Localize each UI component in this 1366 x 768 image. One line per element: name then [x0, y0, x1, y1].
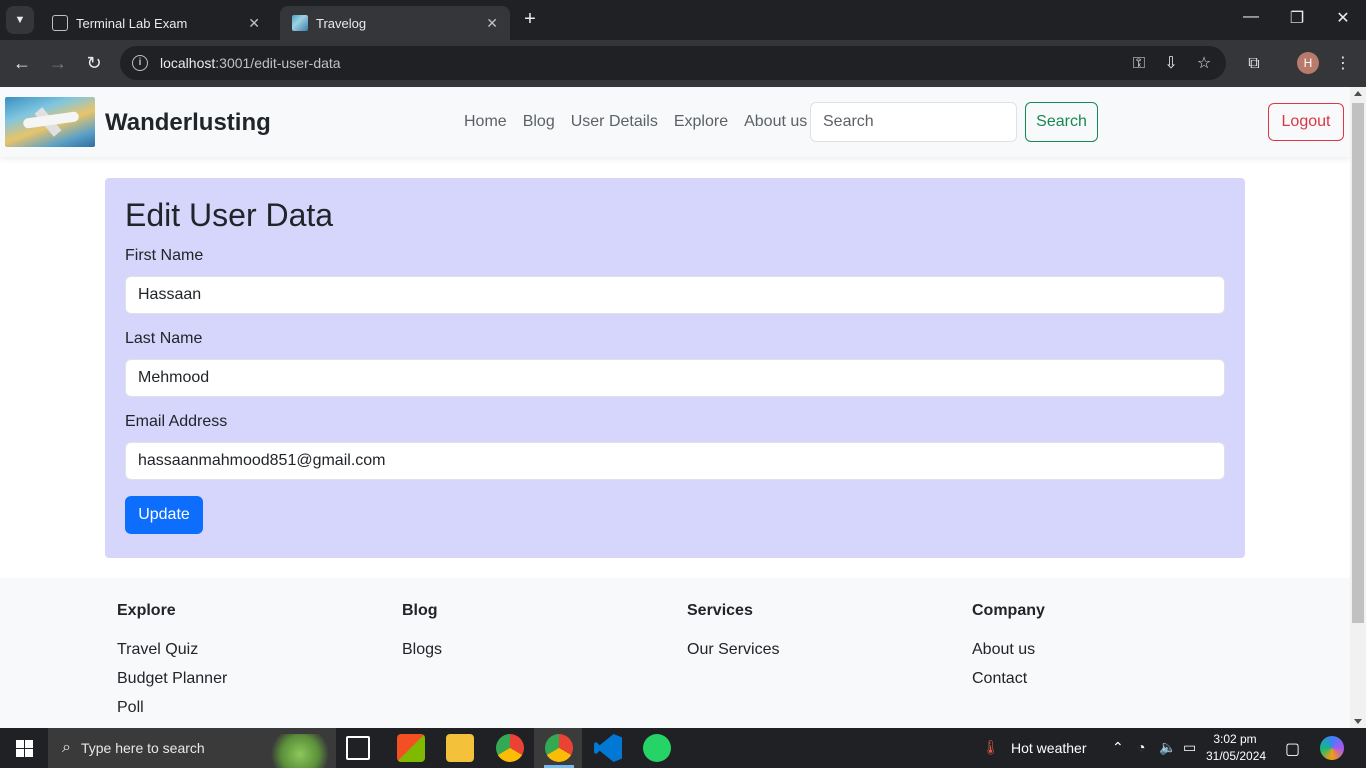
taskbar-search-box[interactable]: ⌕ Type here to search — [48, 728, 336, 768]
page-viewport: Wanderlusting Home Blog User Details Exp… — [0, 87, 1350, 728]
reload-icon[interactable]: ↻ — [82, 51, 106, 75]
browser-tab-bar: ▼ Terminal Lab Exam ✕ Travelog ✕ + — ❐ ✕ — [0, 0, 1366, 40]
bookmark-star-icon[interactable]: ☆ — [1193, 53, 1215, 75]
close-icon[interactable]: ✕ — [248, 15, 260, 32]
search-input[interactable] — [810, 102, 1017, 142]
extensions-puzzle-icon[interactable]: ⧉ — [1243, 53, 1265, 75]
footer-column-explore: Explore Travel Quiz Budget Planner Poll — [117, 602, 227, 727]
footer-link-budget-planner[interactable]: Budget Planner — [117, 669, 227, 688]
footer-link-blogs[interactable]: Blogs — [402, 640, 442, 659]
page-scrollbar[interactable] — [1350, 87, 1366, 728]
scrollbar-thumb[interactable] — [1352, 103, 1364, 623]
search-button[interactable]: Search — [1025, 102, 1098, 142]
window-close-icon[interactable]: ✕ — [1328, 8, 1358, 28]
more-menu-icon[interactable]: ⋮ — [1332, 53, 1354, 75]
copilot-icon[interactable] — [1320, 736, 1344, 760]
brand-logo-image[interactable] — [5, 97, 95, 147]
weather-text[interactable]: Hot weather — [1011, 740, 1086, 756]
profile-avatar[interactable]: H — [1297, 52, 1319, 74]
browser-tab-travelog[interactable]: Travelog ✕ — [280, 6, 510, 40]
tab-title: Terminal Lab Exam — [76, 15, 188, 31]
nav-links: Home Blog User Details Explore About us — [464, 113, 807, 131]
footer-column-company: Company About us Contact — [972, 602, 1045, 698]
footer-heading: Company — [972, 602, 1045, 619]
task-view-icon[interactable] — [346, 736, 370, 760]
chrome-icon[interactable] — [496, 734, 524, 762]
search-icon: ⌕ — [62, 739, 71, 756]
page-favicon-icon — [52, 15, 68, 31]
thermometer-icon[interactable]: 🌡 — [982, 739, 1000, 756]
site-info-icon[interactable]: i — [132, 55, 148, 71]
search-highlight-image — [264, 734, 336, 768]
footer-link-travel-quiz[interactable]: Travel Quiz — [117, 640, 227, 659]
first-name-label: First Name — [125, 247, 204, 265]
url-text: localhost:3001/edit-user-data — [160, 55, 341, 71]
email-field[interactable] — [125, 442, 1225, 481]
scroll-down-arrow-icon[interactable] — [1354, 719, 1362, 724]
nav-link-user-details[interactable]: User Details — [571, 113, 658, 131]
microsoft-store-icon[interactable] — [397, 734, 425, 762]
footer-link-contact[interactable]: Contact — [972, 669, 1045, 688]
email-label: Email Address — [125, 413, 228, 431]
edit-user-card: Edit User Data First Name Last Name Emai… — [105, 178, 1245, 558]
footer-column-services: Services Our Services — [687, 602, 779, 669]
whatsapp-icon[interactable] — [643, 734, 671, 762]
back-arrow-icon[interactable]: ← — [10, 51, 34, 75]
clock[interactable]: 3:02 pm 31/05/2024 — [1206, 731, 1267, 765]
nav-link-home[interactable]: Home — [464, 113, 507, 131]
minimize-icon[interactable]: — — [1236, 8, 1266, 26]
windows-start-icon[interactable] — [16, 740, 33, 757]
brand-name[interactable]: Wanderlusting — [105, 109, 271, 137]
nav-link-about-us[interactable]: About us — [744, 113, 807, 131]
footer-link-poll[interactable]: Poll — [117, 698, 227, 717]
site-navbar: Wanderlusting Home Blog User Details Exp… — [0, 87, 1350, 157]
footer-link-about-us[interactable]: About us — [972, 640, 1045, 659]
clock-time: 3:02 pm — [1213, 732, 1257, 746]
windows-taskbar: ⌕ Type here to search 🌡 Hot weather ⌃ ◔ … — [0, 728, 1366, 768]
update-button[interactable]: Update — [125, 496, 203, 535]
travelog-favicon-icon — [292, 15, 308, 31]
site-footer: Explore Travel Quiz Budget Planner Poll … — [0, 578, 1350, 728]
browser-toolbar: ← → ↻ i localhost:3001/edit-user-data ⚿ … — [0, 40, 1366, 87]
taskbar-search-placeholder: Type here to search — [80, 740, 205, 756]
new-tab-plus-icon[interactable]: + — [518, 8, 542, 32]
footer-heading: Blog — [402, 602, 438, 619]
footer-heading: Services — [687, 602, 753, 619]
forward-arrow-icon[interactable]: → — [46, 51, 70, 75]
battery-icon[interactable]: ▭ — [1183, 739, 1196, 756]
page-title: Edit User Data — [125, 197, 334, 233]
install-app-icon[interactable]: ⇩ — [1160, 53, 1182, 75]
browser-tab-terminal-lab-exam[interactable]: Terminal Lab Exam ✕ — [40, 6, 272, 40]
vscode-icon[interactable] — [594, 734, 622, 762]
logout-button[interactable]: Logout — [1268, 103, 1344, 141]
nav-link-explore[interactable]: Explore — [674, 113, 728, 131]
chrome-profile-icon[interactable] — [545, 734, 573, 762]
clock-date: 31/05/2024 — [1206, 749, 1267, 763]
tab-title: Travelog — [316, 15, 367, 31]
address-bar[interactable]: i localhost:3001/edit-user-data — [120, 46, 1226, 80]
show-hidden-icons-chevron-icon[interactable]: ⌃ — [1112, 739, 1124, 756]
tab-search-chevron-icon[interactable]: ▼ — [6, 6, 34, 34]
footer-heading: Explore — [117, 602, 176, 619]
footer-link-our-services[interactable]: Our Services — [687, 640, 779, 659]
volume-icon[interactable]: 🔈 — [1159, 739, 1176, 756]
last-name-field[interactable] — [125, 359, 1225, 398]
footer-column-blog: Blog Blogs — [402, 602, 442, 669]
notifications-icon[interactable]: ▢ — [1285, 739, 1300, 759]
network-icon[interactable]: ◔ — [1137, 739, 1145, 755]
restore-icon[interactable]: ❐ — [1282, 8, 1312, 28]
close-icon[interactable]: ✕ — [486, 15, 498, 32]
password-key-icon[interactable]: ⚿ — [1128, 53, 1150, 75]
file-explorer-icon[interactable] — [446, 734, 474, 762]
last-name-label: Last Name — [125, 330, 203, 348]
first-name-field[interactable] — [125, 276, 1225, 315]
scroll-up-arrow-icon[interactable] — [1354, 91, 1362, 96]
nav-link-blog[interactable]: Blog — [523, 113, 555, 131]
